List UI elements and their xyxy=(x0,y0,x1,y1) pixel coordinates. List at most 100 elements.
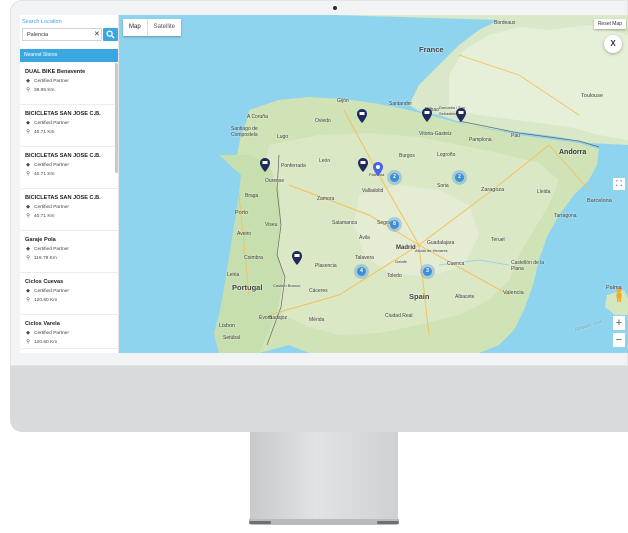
store-cluster[interactable]: 3 xyxy=(420,264,435,279)
map-label-palma: Palma xyxy=(606,285,622,291)
store-list-item[interactable]: BICICLETAS SAN JOSE C.B. ◆ Certified Part… xyxy=(20,189,118,231)
map-base-layer xyxy=(214,15,628,353)
store-badge: ◆ Certified Partner xyxy=(26,163,69,168)
screen: Search Location Palencia ✕ Nearest Store… xyxy=(20,15,628,353)
map-label-gijon: Gijón xyxy=(337,98,349,104)
store-list-item[interactable]: BICICLETAS SAN JOSE C.B. ◆ Certified Part… xyxy=(20,147,118,189)
map-canvas[interactable]: Map Satellite Reset Map X ⛶ + − France A… xyxy=(119,15,628,353)
tag-icon: ◆ xyxy=(26,247,30,252)
store-distance: ⚲ 40.71 Km xyxy=(26,214,55,219)
monitor-stand xyxy=(250,432,398,520)
map-label-albacete: Albacete xyxy=(455,294,475,300)
map-label-setubal: Setúbal xyxy=(223,335,240,341)
store-name: Garaje Pola xyxy=(25,237,56,243)
store-badge: ◆ Certified Partner xyxy=(26,331,69,336)
store-name: BICICLETAS SAN JOSE C.B. xyxy=(25,153,101,159)
zoom-in-button[interactable]: + xyxy=(613,316,625,330)
store-distance: ⚲ 40.71 Km xyxy=(26,130,55,135)
store-distance: ⚲ 120.60 Km xyxy=(26,340,58,345)
store-pin-icon[interactable] xyxy=(456,108,466,122)
store-list-item[interactable]: BICICLETAS SAN JOSE C.B. ◆ Certified Part… xyxy=(20,105,118,147)
map-label-santiago: Santiago de Compostela xyxy=(231,126,258,138)
map-label-talavera: Talavera xyxy=(355,255,374,261)
store-cluster[interactable]: 2 xyxy=(452,170,467,185)
map-label-ponferrada: Ponferrada xyxy=(281,163,306,169)
map-label-vitoria: Vitoria-Gasteiz xyxy=(419,131,452,137)
stand-foot-left xyxy=(249,521,271,524)
map-label-lleida: Lleida xyxy=(537,189,551,195)
map-label-porto: Porto xyxy=(235,210,249,216)
map-label-teruel: Teruel xyxy=(491,237,505,243)
location-pin-icon: ⚲ xyxy=(26,214,30,219)
store-list: DUAL BIKE Benavente ◆ Certified Partner ⚲… xyxy=(20,63,118,349)
camera-dot xyxy=(333,6,337,10)
store-cluster[interactable]: 8 xyxy=(387,217,402,232)
store-cluster[interactable]: 4 xyxy=(354,264,369,279)
store-list-item[interactable]: Ciclos Varela ◆ Certified Partner ⚲ 120.60… xyxy=(20,315,118,349)
tag-icon: ◆ xyxy=(26,331,30,336)
search-icon xyxy=(106,30,115,39)
map-label-coimbra: Coimbra xyxy=(244,255,263,261)
map-label-avila: Ávila xyxy=(359,235,370,241)
map-label-cuenca: Cuenca xyxy=(447,261,465,267)
store-pin-icon[interactable] xyxy=(358,158,368,172)
location-pin-icon: ⚲ xyxy=(26,298,30,303)
store-pin-icon[interactable] xyxy=(260,158,270,172)
store-list-item[interactable]: Garaje Pola ◆ Certified Partner ⚲ 116.78 K… xyxy=(20,231,118,273)
store-badge: ◆ Certified Partner xyxy=(26,289,69,294)
map-label-castellon: Castellón de la Plana xyxy=(511,260,545,272)
map-label-leiria: Leiria xyxy=(227,272,240,278)
store-pin-icon[interactable] xyxy=(357,109,367,123)
location-pin-icon: ⚲ xyxy=(26,340,30,345)
tag-icon: ◆ xyxy=(26,205,30,210)
sidebar-scrollbar[interactable] xyxy=(115,63,118,173)
location-pin-icon: ⚲ xyxy=(26,172,30,177)
reset-map-button[interactable]: Reset Map xyxy=(593,19,626,29)
map-label-ciudad-real: Ciudad Real xyxy=(385,313,413,319)
map-label-salamanca: Salamanca xyxy=(332,220,358,226)
tag-icon: ◆ xyxy=(26,79,30,84)
store-distance: ⚲ 40.71 Km xyxy=(26,172,55,177)
store-list-item[interactable]: Ciclos Cuevas ◆ Certified Partner ⚲ 120.60… xyxy=(20,273,118,315)
map-label-plasencia: Plasencia xyxy=(315,263,337,269)
map-type-satellite-button[interactable]: Satellite xyxy=(146,19,181,36)
clear-icon[interactable]: ✕ xyxy=(94,29,100,41)
search-button[interactable] xyxy=(103,28,118,41)
nearest-stores-header: Nearest Stores xyxy=(20,49,118,62)
map-label-ourense: Ourense xyxy=(265,178,285,184)
store-pin-icon[interactable] xyxy=(422,108,432,122)
store-cluster[interactable]: 2 xyxy=(387,170,402,185)
map-label-castelo-branco: Castelo Branco xyxy=(273,283,301,288)
map-label-aveiro: Aveiro xyxy=(237,231,252,237)
current-location-pin-icon xyxy=(373,162,383,176)
fullscreen-icon[interactable]: ⛶ xyxy=(613,178,625,190)
map-type-map-button[interactable]: Map xyxy=(123,19,147,36)
map-label-pamplona: Pamplona xyxy=(469,137,492,143)
store-distance: ⚲ 38.95 Km xyxy=(26,88,55,93)
store-sidebar: Search Location Palencia ✕ Nearest Store… xyxy=(20,15,119,353)
map-label-france: France xyxy=(419,45,444,54)
tag-icon: ◆ xyxy=(26,289,30,294)
map-label-braga: Braga xyxy=(245,193,259,199)
zoom-out-button[interactable]: − xyxy=(613,333,625,347)
store-distance: ⚲ 116.78 Km xyxy=(26,256,57,261)
map-label-merida: Mérida xyxy=(309,317,325,323)
map-label-caceres: Cáceres xyxy=(309,288,328,294)
map-label-andorra: Andorra xyxy=(559,149,587,156)
store-name: BICICLETAS SAN JOSE C.B. xyxy=(25,111,101,117)
store-name: BICICLETAS SAN JOSE C.B. xyxy=(25,195,101,201)
store-pin-icon[interactable] xyxy=(292,251,302,265)
map-label-madrid: Madrid xyxy=(396,245,416,251)
map-label-getafe: Getafe xyxy=(395,259,408,264)
map-label-barcelona: Barcelona xyxy=(587,198,612,204)
close-button[interactable]: X xyxy=(604,35,622,53)
map-label-a-coruna: A Coruña xyxy=(247,114,268,120)
map-label-spain: Spain xyxy=(409,292,430,301)
map-label-burgos: Burgos xyxy=(399,153,415,159)
map-label-tarragona: Tarragona xyxy=(554,213,577,219)
map-label-zaragoza: Zaragoza xyxy=(481,187,505,193)
store-list-item[interactable]: DUAL BIKE Benavente ◆ Certified Partner ⚲… xyxy=(20,63,118,105)
map-label-soria: Soria xyxy=(437,183,449,189)
map-label-bordeaux: Bordeaux xyxy=(494,20,516,26)
search-input[interactable]: Palencia xyxy=(22,28,102,41)
